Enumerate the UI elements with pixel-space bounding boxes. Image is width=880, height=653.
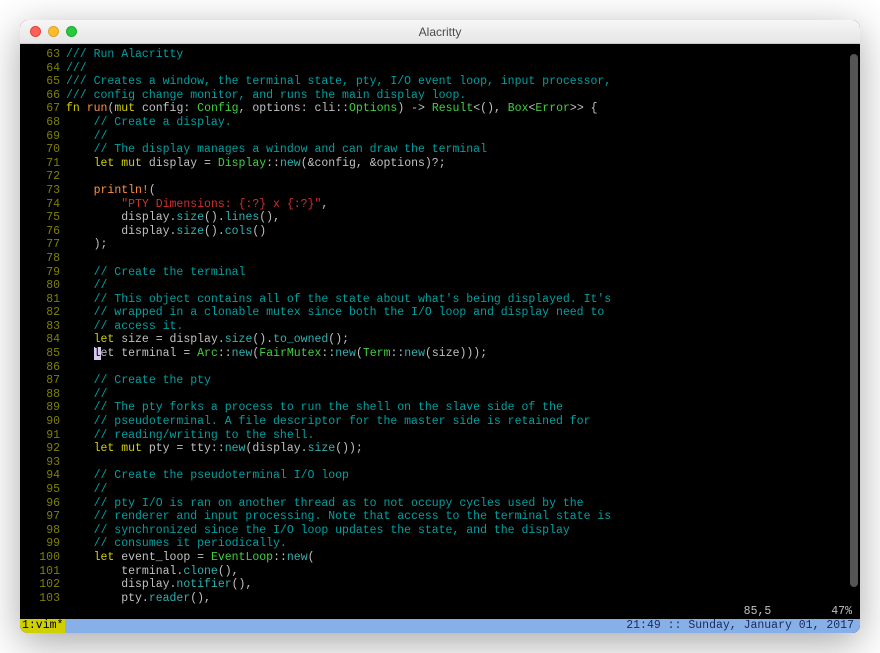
line-number: 95 bbox=[20, 483, 60, 497]
line-number: 85 bbox=[20, 347, 60, 361]
line-number: 63 bbox=[20, 48, 60, 62]
code-line[interactable]: pty.reader(), bbox=[66, 592, 860, 606]
titlebar[interactable]: Alacritty bbox=[20, 20, 860, 44]
line-number: 98 bbox=[20, 524, 60, 538]
line-number: 92 bbox=[20, 442, 60, 456]
code-line[interactable]: // bbox=[66, 130, 860, 144]
code-line[interactable] bbox=[66, 361, 860, 375]
code-line[interactable]: /// Run Alacritty bbox=[66, 48, 860, 62]
code-line[interactable] bbox=[66, 456, 860, 470]
line-number: 80 bbox=[20, 279, 60, 293]
code-line[interactable]: let mut display = Display::new(&config, … bbox=[66, 157, 860, 171]
code-line[interactable]: // synchronized since the I/O loop updat… bbox=[66, 524, 860, 538]
line-number: 64 bbox=[20, 62, 60, 76]
code-line[interactable]: // renderer and input processing. Note t… bbox=[66, 510, 860, 524]
line-number: 94 bbox=[20, 469, 60, 483]
line-number: 99 bbox=[20, 537, 60, 551]
code-line[interactable]: println!( bbox=[66, 184, 860, 198]
code-line[interactable]: let terminal = Arc::new(FairMutex::new(T… bbox=[66, 347, 860, 361]
code-line[interactable]: // Create the terminal bbox=[66, 266, 860, 280]
code-line[interactable]: let event_loop = EventLoop::new( bbox=[66, 551, 860, 565]
code-line[interactable]: let mut pty = tty::new(display.size()); bbox=[66, 442, 860, 456]
line-number: 90 bbox=[20, 415, 60, 429]
vim-ruler: 85,5 47% bbox=[20, 605, 860, 619]
code-line[interactable]: // bbox=[66, 483, 860, 497]
code-line[interactable]: "PTY Dimensions: {:?} x {:?}", bbox=[66, 198, 860, 212]
line-number: 68 bbox=[20, 116, 60, 130]
code-line[interactable]: // The display manages a window and can … bbox=[66, 143, 860, 157]
code-line[interactable]: // pty I/O is ran on another thread as t… bbox=[66, 497, 860, 511]
tmux-clock: 21:49 :: Sunday, January 01, 2017 bbox=[620, 619, 860, 633]
line-number: 70 bbox=[20, 143, 60, 157]
line-number: 88 bbox=[20, 388, 60, 402]
line-number: 102 bbox=[20, 578, 60, 592]
code-line[interactable]: // consumes it periodically. bbox=[66, 537, 860, 551]
line-number: 75 bbox=[20, 211, 60, 225]
code-line[interactable]: /// bbox=[66, 62, 860, 76]
code-line[interactable]: fn run(mut config: Config, options: cli:… bbox=[66, 102, 860, 116]
line-number: 103 bbox=[20, 592, 60, 606]
scrollbar-track[interactable] bbox=[850, 54, 858, 587]
code-line[interactable]: // pseudoterminal. A file descriptor for… bbox=[66, 415, 860, 429]
code-line[interactable]: // wrapped in a clonable mutex since bot… bbox=[66, 306, 860, 320]
line-number: 86 bbox=[20, 361, 60, 375]
code-line[interactable]: display.notifier(), bbox=[66, 578, 860, 592]
line-number: 77 bbox=[20, 238, 60, 252]
tmux-statusline[interactable]: 1:vim* 21:49 :: Sunday, January 01, 2017 bbox=[20, 619, 860, 633]
line-number-gutter: 6364656667686970717273747576777879808182… bbox=[20, 48, 66, 605]
code-line[interactable]: let size = display.size().to_owned(); bbox=[66, 333, 860, 347]
terminal-content[interactable]: 6364656667686970717273747576777879808182… bbox=[20, 44, 860, 633]
cursor-position: 85,5 bbox=[744, 605, 772, 619]
code-line[interactable]: display.size().cols() bbox=[66, 225, 860, 239]
line-number: 100 bbox=[20, 551, 60, 565]
line-number: 66 bbox=[20, 89, 60, 103]
line-number: 69 bbox=[20, 130, 60, 144]
line-number: 97 bbox=[20, 510, 60, 524]
line-number: 74 bbox=[20, 198, 60, 212]
line-number: 89 bbox=[20, 401, 60, 415]
line-number: 101 bbox=[20, 565, 60, 579]
code-line[interactable]: // The pty forks a process to run the sh… bbox=[66, 401, 860, 415]
line-number: 93 bbox=[20, 456, 60, 470]
code-line[interactable]: // Create the pseudoterminal I/O loop bbox=[66, 469, 860, 483]
line-number: 65 bbox=[20, 75, 60, 89]
code-line[interactable]: // bbox=[66, 388, 860, 402]
line-number: 82 bbox=[20, 306, 60, 320]
line-number: 67 bbox=[20, 102, 60, 116]
line-number: 71 bbox=[20, 157, 60, 171]
line-number: 78 bbox=[20, 252, 60, 266]
code-line[interactable]: // bbox=[66, 279, 860, 293]
code-line[interactable]: // Create a display. bbox=[66, 116, 860, 130]
scrollbar-thumb[interactable] bbox=[850, 54, 858, 587]
code-line[interactable]: /// Creates a window, the terminal state… bbox=[66, 75, 860, 89]
line-number: 91 bbox=[20, 429, 60, 443]
code-line[interactable]: display.size().lines(), bbox=[66, 211, 860, 225]
line-number: 96 bbox=[20, 497, 60, 511]
line-number: 72 bbox=[20, 170, 60, 184]
code-line[interactable]: // access it. bbox=[66, 320, 860, 334]
line-number: 76 bbox=[20, 225, 60, 239]
line-number: 84 bbox=[20, 333, 60, 347]
code-line[interactable] bbox=[66, 170, 860, 184]
line-number: 81 bbox=[20, 293, 60, 307]
code-line[interactable]: /// config change monitor, and runs the … bbox=[66, 89, 860, 103]
window-title: Alacritty bbox=[20, 25, 860, 39]
line-number: 73 bbox=[20, 184, 60, 198]
line-number: 79 bbox=[20, 266, 60, 280]
tmux-window-label[interactable]: 1:vim* bbox=[20, 619, 65, 633]
line-number: 87 bbox=[20, 374, 60, 388]
code-line[interactable]: // This object contains all of the state… bbox=[66, 293, 860, 307]
scroll-percent: 47% bbox=[831, 605, 852, 619]
code-buffer[interactable]: /// Run Alacritty////// Creates a window… bbox=[66, 48, 860, 605]
line-number: 83 bbox=[20, 320, 60, 334]
code-line[interactable]: // Create the pty bbox=[66, 374, 860, 388]
terminal-window: Alacritty 636465666768697071727374757677… bbox=[20, 20, 860, 633]
code-line[interactable]: ); bbox=[66, 238, 860, 252]
code-line[interactable] bbox=[66, 252, 860, 266]
code-line[interactable]: // reading/writing to the shell. bbox=[66, 429, 860, 443]
editor-area[interactable]: 6364656667686970717273747576777879808182… bbox=[20, 44, 860, 605]
code-line[interactable]: terminal.clone(), bbox=[66, 565, 860, 579]
